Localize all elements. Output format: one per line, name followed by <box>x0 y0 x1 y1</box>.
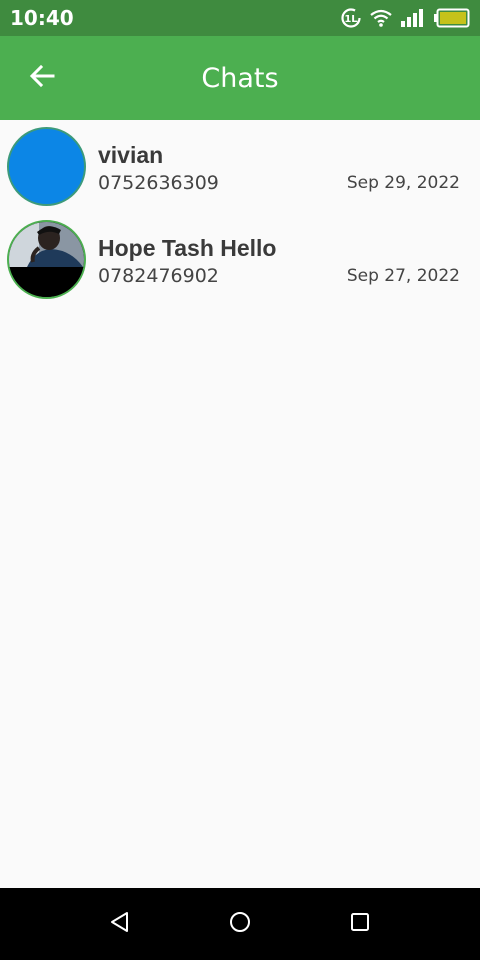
status-time: 10:40 <box>10 6 74 30</box>
app-bar: Chats <box>0 36 480 120</box>
avatar <box>7 127 86 206</box>
avatar <box>7 220 86 299</box>
chat-date: Sep 27, 2022 <box>346 266 460 286</box>
chat-phone: 0752636309 <box>98 172 219 194</box>
status-bar: 10:40 1L <box>0 0 480 36</box>
battery-icon <box>434 8 470 28</box>
back-button[interactable] <box>24 60 60 96</box>
nav-back-button[interactable] <box>98 902 142 946</box>
nav-home-button[interactable] <box>218 902 262 946</box>
chat-name: vivian <box>98 142 164 168</box>
status-icons: 1L <box>340 7 470 29</box>
chat-name: Hope Tash Hello <box>98 235 277 261</box>
nav-recents-button[interactable] <box>338 902 382 946</box>
recents-square-icon <box>349 911 371 938</box>
signal-icon <box>400 8 426 28</box>
back-triangle-icon <box>109 911 131 938</box>
arrow-left-icon <box>28 62 56 95</box>
data-saver-icon: 1L <box>340 7 362 29</box>
page-title: Chats <box>201 62 279 94</box>
chat-item[interactable]: vivian 0752636309 Sep 29, 2022 <box>0 120 480 213</box>
svg-text:1L: 1L <box>344 14 358 25</box>
chat-date: Sep 29, 2022 <box>346 173 460 193</box>
wifi-icon <box>370 8 392 28</box>
chat-list: vivian 0752636309 Sep 29, 2022 Hope Tash… <box>0 120 480 306</box>
system-nav-bar <box>0 888 480 960</box>
home-circle-icon <box>229 911 251 938</box>
chat-item[interactable]: Hope Tash Hello 0782476902 Sep 27, 2022 <box>0 213 480 306</box>
chat-phone: 0782476902 <box>98 265 219 287</box>
